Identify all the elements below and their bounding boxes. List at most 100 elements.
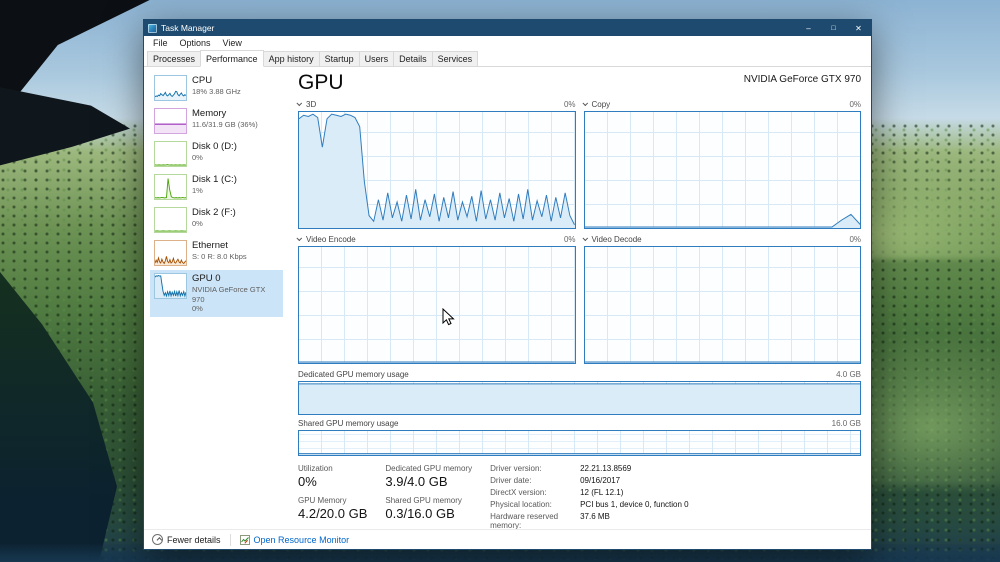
chart-header: Copy 0% — [581, 99, 861, 109]
mouse-cursor — [442, 308, 455, 326]
sidebar-item-title: Disk 1 (C:) — [192, 174, 237, 185]
sidebar-item-detail: 0% — [192, 218, 203, 228]
detail-value: 12 (FL 12.1) — [580, 488, 624, 497]
memory-charts: Dedicated GPU memory usage 4.0 GB Shared G… — [298, 364, 861, 456]
engine-charts: 3D 0% Copy 0% Video Encode 0% Video Decode 0% — [296, 99, 861, 364]
chevron-down-icon[interactable] — [296, 235, 303, 242]
task-manager-icon — [148, 23, 157, 33]
tab-processes[interactable]: Processes — [147, 51, 202, 67]
close-button[interactable]: ✕ — [846, 20, 871, 36]
performance-sidebar: CPU 18% 3.88 GHz Memory 11.6/31.9 GB (36%) D… — [144, 71, 285, 529]
sidebar-item-text: GPU 0 NVIDIA GeForce GTX 970 0% — [192, 273, 279, 314]
chart-label: 3D — [306, 99, 317, 109]
menu-bar: File Options View — [144, 36, 871, 50]
tab-bar: Processes Performance App history Startup Us… — [144, 50, 871, 67]
memory-chart-label: Dedicated GPU memory usage — [298, 369, 409, 379]
chart-series — [299, 361, 575, 363]
sidebar-item-disk0[interactable]: Disk 0 (D:) 0% — [150, 138, 283, 170]
chart-series — [155, 164, 186, 166]
sidebar-item-detail: 18% 3.88 GHz — [192, 86, 241, 96]
chevron-down-icon[interactable] — [581, 235, 588, 242]
chart-label: Video Encode — [306, 234, 356, 244]
footer-bar: Fewer details Open Resource Monitor — [144, 529, 871, 549]
maximize-button[interactable]: □ — [821, 20, 846, 36]
memory-chart-scale: 16.0 GB — [831, 418, 861, 428]
minimize-button[interactable]: – — [796, 20, 821, 36]
sidebar-item-detail: 1% — [192, 185, 203, 195]
memory-chart-label: Shared GPU memory usage — [298, 418, 399, 428]
stat-label: Dedicated GPU memory — [385, 464, 473, 473]
memory-chart-header: Dedicated GPU memory usage 4.0 GB — [298, 369, 861, 379]
sparkline-disk0 — [154, 141, 187, 167]
sidebar-item-disk1[interactable]: Disk 1 (C:) 1% — [150, 171, 283, 203]
sidebar-item-ethernet[interactable]: Ethernet S: 0 R: 8.0 Kbps — [150, 237, 283, 269]
tab-performance[interactable]: Performance — [200, 50, 264, 67]
detail-row: DirectX version: 12 (FL 12.1) — [490, 488, 689, 497]
detail-row: Driver version: 22.21.13.8569 — [490, 464, 689, 473]
chart-series — [584, 213, 860, 228]
window-title: Task Manager — [161, 23, 215, 33]
sparkline-disk2 — [154, 207, 187, 233]
fewer-details-label: Fewer details — [167, 534, 221, 545]
sidebar-item-title: CPU — [192, 75, 213, 86]
stat-label: Shared GPU memory — [385, 496, 462, 505]
memory-chart-plot — [298, 430, 861, 456]
stat-value: 0.3/16.0 GB — [385, 506, 455, 521]
footer-divider — [229, 533, 231, 546]
sidebar-item-title: Disk 0 (D:) — [192, 141, 237, 152]
detail-value: 37.6 MB — [580, 512, 610, 521]
menu-options[interactable]: Options — [174, 38, 217, 48]
chart-header: Video Encode 0% — [296, 234, 576, 244]
stat-value: 3.9/4.0 GB — [385, 474, 448, 489]
sidebar-item-memory[interactable]: Memory 11.6/31.9 GB (36%) — [150, 105, 283, 137]
title-bar[interactable]: Task Manager – □ ✕ — [144, 20, 871, 36]
tab-users[interactable]: Users — [358, 51, 395, 67]
tab-app-history[interactable]: App history — [262, 51, 320, 67]
memory-chart-header: Shared GPU memory usage 16.0 GB — [298, 418, 861, 428]
resource-monitor-label: Open Resource Monitor — [253, 534, 350, 545]
chart-header: Video Decode 0% — [581, 234, 861, 244]
sparkline-ethernet — [154, 240, 187, 266]
menu-file[interactable]: File — [147, 38, 174, 48]
engine-chart-video-decode: Video Decode 0% — [581, 234, 861, 364]
detail-row: Driver date: 09/16/2017 — [490, 476, 689, 485]
stats-details: Driver version: 22.21.13.8569 Driver date:… — [490, 464, 689, 529]
chart-plot — [583, 111, 861, 229]
chart-plot — [583, 246, 861, 364]
fewer-details-button[interactable]: Fewer details — [152, 534, 221, 545]
chart-series — [155, 123, 186, 133]
stat-label: Utilization — [298, 464, 333, 473]
memory-chart-plot — [298, 381, 861, 415]
gpu-panel: GPU NVIDIA GeForce GTX 970 3D 0% Copy 0% Vid… — [285, 71, 871, 529]
menu-view[interactable]: View — [217, 38, 248, 48]
task-manager-window: Task Manager – □ ✕ File Options View Process… — [143, 19, 872, 550]
chart-label: Copy — [591, 99, 611, 109]
chart-title: Video Decode — [581, 234, 642, 244]
sidebar-item-cpu[interactable]: CPU 18% 3.88 GHz — [150, 72, 283, 104]
sidebar-item-title: Ethernet — [192, 240, 228, 251]
sidebar-item-gpu0[interactable]: GPU 0 NVIDIA GeForce GTX 970 0% — [150, 270, 283, 318]
chevron-down-icon[interactable] — [581, 100, 588, 107]
detail-label: Physical location: — [490, 500, 552, 509]
tab-services[interactable]: Services — [431, 51, 479, 67]
chart-plot — [298, 111, 576, 229]
sidebar-item-text: Disk 0 (D:) 0% — [192, 141, 237, 163]
chart-series — [584, 361, 860, 363]
engine-chart-copy: Copy 0% — [581, 99, 861, 229]
sidebar-item-text: Disk 1 (C:) 1% — [192, 174, 237, 196]
sidebar-item-disk2[interactable]: Disk 2 (F:) 0% — [150, 204, 283, 236]
chart-label: Video Decode — [591, 234, 642, 244]
chart-title: Copy — [581, 99, 611, 109]
chevron-down-icon[interactable] — [296, 100, 303, 107]
open-resource-monitor-link[interactable]: Open Resource Monitor — [239, 534, 350, 545]
tab-startup[interactable]: Startup — [318, 51, 360, 67]
engine-chart-video-encode: Video Encode 0% — [296, 234, 576, 364]
tab-details[interactable]: Details — [393, 51, 433, 67]
chart-scale-label: 0% — [563, 234, 576, 244]
chart-series — [299, 453, 860, 455]
detail-row: Physical location: PCI bus 1, device 0, f… — [490, 500, 689, 509]
sidebar-item-detail: NVIDIA GeForce GTX 970 — [192, 284, 266, 304]
detail-label: Driver version: — [490, 464, 542, 473]
sidebar-item-detail: 11.6/31.9 GB (36%) — [192, 119, 258, 129]
page-title: GPU — [298, 71, 344, 94]
